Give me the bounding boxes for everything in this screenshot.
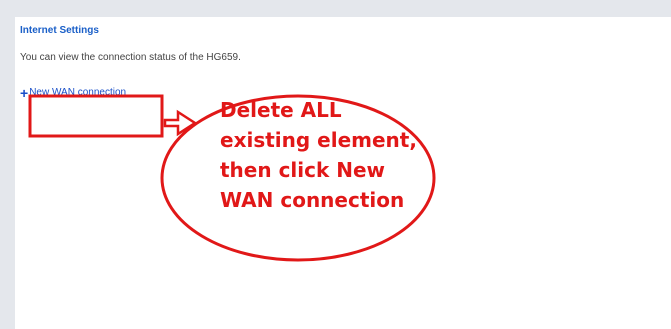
annotation-text: Delete ALL existing element, then click … — [220, 95, 420, 215]
annotation-line-4: WAN connection — [220, 188, 405, 212]
pointer-arrow-icon — [163, 109, 198, 137]
highlight-box — [28, 94, 164, 138]
annotation-line-3: then click New — [220, 158, 386, 182]
annotation-line-1: Delete ALL — [220, 98, 342, 122]
annotation-line-2: existing element, — [220, 128, 417, 152]
